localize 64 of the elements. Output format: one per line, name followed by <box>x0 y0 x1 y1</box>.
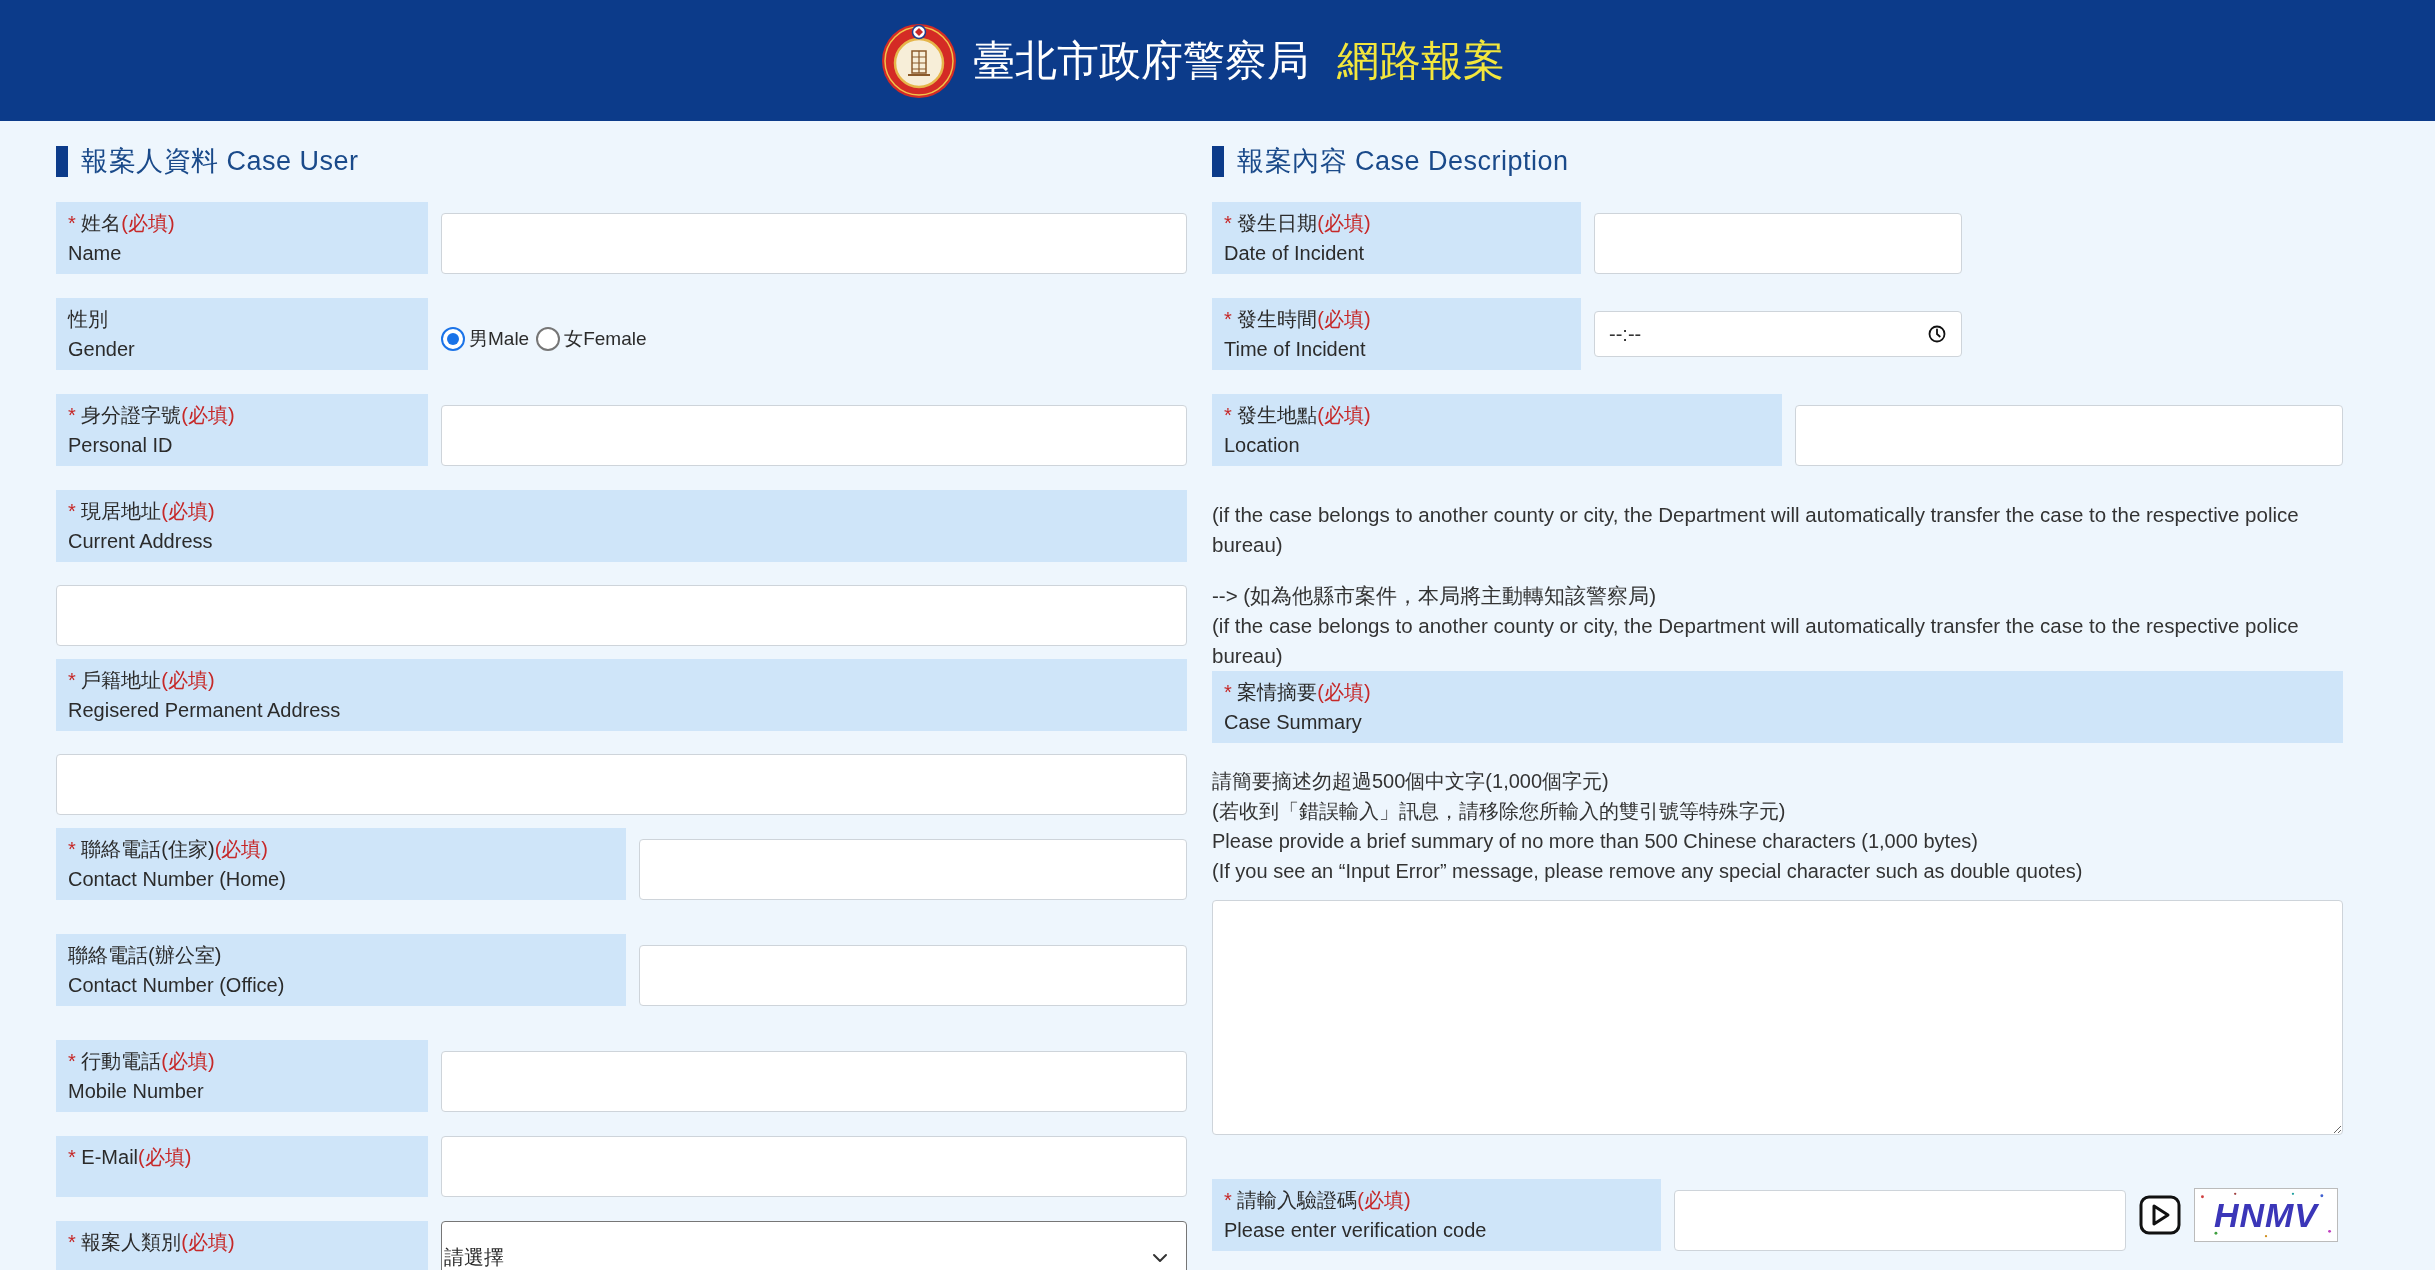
textarea-field[interactable] <box>1212 900 2343 1135</box>
field-label: * 身分證字號(必填) <box>68 403 235 428</box>
emblem-icon <box>880 22 957 99</box>
field-label: 性別 <box>68 307 108 332</box>
field-label: * 姓名(必填) <box>68 211 175 236</box>
section-heading: 報案人資料 Case User <box>81 146 359 177</box>
input-field[interactable] <box>56 754 1187 815</box>
radio-button[interactable] <box>536 327 561 351</box>
field-label: * 請輸入驗證碼(必填) <box>1224 1188 1411 1213</box>
note-text: (if the case belongs to another county or city, the Department will automatically transfer the case to the respective police bureau) <box>1212 502 2300 558</box>
note-text: (if the case belongs to another county or city, the Department will automatically transfer the case to the respective police bureau) <box>1212 613 2300 669</box>
field-label: Name <box>68 241 122 266</box>
field-label: * 發生時間(必填) <box>1224 307 1371 332</box>
captcha-image: HNMV <box>2194 1188 2338 1242</box>
radio-label[interactable]: 女Female <box>564 324 647 354</box>
field-label: Contact Number (Office) <box>68 973 285 998</box>
heading-bar-icon <box>1212 146 1224 177</box>
section-heading: 報案內容 Case Description <box>1237 146 1569 177</box>
field-label: * 報案人類別(必填) <box>68 1230 235 1255</box>
instruction-text: (若收到「錯誤輸入」訊息，請移除您所輸入的雙引號等特殊字元) <box>1212 799 1786 824</box>
clock-icon[interactable] <box>1928 325 1946 343</box>
field-label: * 案情摘要(必填) <box>1224 680 1371 705</box>
field-label: 聯絡電話(辦公室) <box>68 943 222 968</box>
input-field[interactable] <box>639 839 1187 900</box>
input-field[interactable] <box>441 1136 1187 1197</box>
field-label: Location <box>1224 433 1300 458</box>
chevron-down-icon <box>1152 1253 1168 1263</box>
field-label: Current Address <box>68 529 213 554</box>
field-label: * 現居地址(必填) <box>68 499 215 524</box>
instruction-text: (If you see an “Input Error” message, please remove any special character such as double quotes) <box>1212 859 2083 884</box>
input-field[interactable] <box>1594 213 1962 274</box>
field-label: * 行動電話(必填) <box>68 1049 215 1074</box>
field-label: Time of Incident <box>1224 337 1366 362</box>
input-field[interactable] <box>1674 1190 2126 1251</box>
instruction-text: 請簡要摘述勿超過500個中文字(1,000個字元) <box>1212 769 1609 794</box>
field-label: Contact Number (Home) <box>68 867 286 892</box>
page-subtitle: 網路報案 <box>1336 35 1505 86</box>
field-label: * E-Mail(必填) <box>68 1145 192 1170</box>
play-icon[interactable] <box>2139 1195 2181 1235</box>
note-text: --> (如為他縣市案件，本局將主動轉知該警察局) <box>1212 583 1657 609</box>
radio-button[interactable] <box>441 327 465 351</box>
dropdown-select[interactable]: 請選擇 <box>441 1221 1187 1270</box>
field-label: Please enter verification code <box>1224 1218 1487 1243</box>
input-field[interactable] <box>441 1051 1187 1112</box>
input-field[interactable] <box>639 945 1187 1006</box>
field-label: * 聯絡電話(住家)(必填) <box>68 837 268 862</box>
radio-label[interactable]: 男Male <box>469 324 530 354</box>
field-label: Regisered Permanent Address <box>68 698 341 723</box>
field-label: Mobile Number <box>68 1079 204 1104</box>
heading-bar-icon <box>56 146 68 177</box>
input-field[interactable] <box>56 585 1187 646</box>
field-label: Date of Incident <box>1224 241 1365 266</box>
input-field[interactable] <box>1795 405 2343 466</box>
field-label: * 發生地點(必填) <box>1224 403 1371 428</box>
field-label: Case Summary <box>1224 710 1362 735</box>
instruction-text: Please provide a brief summary of no more than 500 Chinese characters (1,000 bytes) <box>1212 829 1978 854</box>
field-label: Personal ID <box>68 433 173 458</box>
input-field[interactable] <box>441 405 1187 466</box>
time-field[interactable]: --:-- <box>1594 311 1962 357</box>
field-label: Gender <box>68 337 135 362</box>
page-title: 臺北市政府警察局 <box>972 35 1309 86</box>
field-label: * 戶籍地址(必填) <box>68 668 215 693</box>
input-field[interactable] <box>441 213 1187 274</box>
field-label: * 發生日期(必填) <box>1224 211 1371 236</box>
